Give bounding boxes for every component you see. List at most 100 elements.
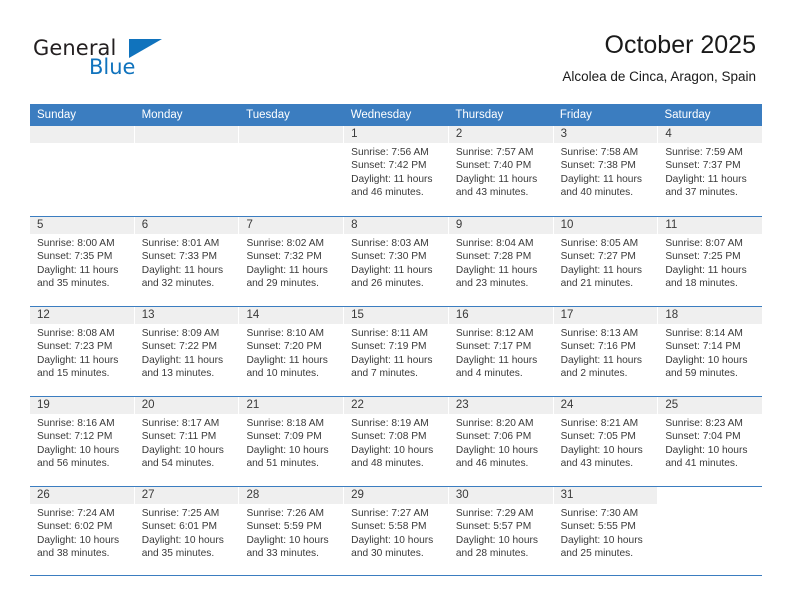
sunset-text: Sunset: 7:42 PM xyxy=(351,160,427,172)
daylight-text-line2: and 43 minutes. xyxy=(455,187,529,199)
day-number: 11 xyxy=(658,217,763,234)
day-number: 23 xyxy=(448,397,553,414)
daylight-text-line1: Daylight: 10 hours xyxy=(246,444,329,456)
calendar-day-cell[interactable]: 12 Sunrise: 8:08 AM Sunset: 7:23 PM Dayligh… xyxy=(30,307,135,396)
calendar-day-cell[interactable]: 9 Sunrise: 8:04 AM Sunset: 7:28 PM Daylight… xyxy=(448,217,554,306)
day-details: Sunrise: 8:11 AM Sunset: 7:19 PM Daylight:… xyxy=(344,324,448,381)
calendar-day-cell[interactable]: 13 Sunrise: 8:09 AM Sunset: 7:22 PM Dayligh… xyxy=(134,307,240,396)
calendar-day-cell[interactable]: 2 Sunrise: 7:57 AM Sunset: 7:40 PM Daylight… xyxy=(448,126,554,216)
daylight-text-line1: Daylight: 10 hours xyxy=(665,444,748,456)
daylight-text-line1: Daylight: 10 hours xyxy=(246,534,329,546)
sunrise-text: Sunrise: 8:18 AM xyxy=(246,418,325,429)
calendar-grid: Sunday Monday Tuesday Wednesday Thursday Frid… xyxy=(30,104,763,576)
day-number: 29 xyxy=(344,487,448,504)
sunset-text: Sunset: 7:17 PM xyxy=(455,341,532,353)
daylight-text-line1: Daylight: 10 hours xyxy=(37,534,120,546)
weekday-header-tuesday: Tuesday xyxy=(246,109,290,121)
general-blue-logo[interactable]: General Blue xyxy=(33,36,233,86)
day-details: Sunrise: 8:10 AM Sunset: 7:20 PM Daylight:… xyxy=(239,324,343,381)
day-number: 20 xyxy=(134,397,239,414)
calendar-day-cell[interactable]: 30 Sunrise: 7:29 AM Sunset: 5:57 PM Dayligh… xyxy=(448,487,554,575)
day-details: Sunrise: 7:56 AM Sunset: 7:42 PM Daylight:… xyxy=(344,143,448,200)
daylight-text-line1: Daylight: 10 hours xyxy=(665,354,748,366)
calendar-day-cell[interactable]: 29 Sunrise: 7:27 AM Sunset: 5:58 PM Dayligh… xyxy=(344,487,449,575)
calendar-day-cell[interactable]: 17 Sunrise: 8:13 AM Sunset: 7:16 PM Dayligh… xyxy=(553,307,659,396)
calendar-day-cell[interactable]: 8 Sunrise: 8:03 AM Sunset: 7:30 PM Daylight… xyxy=(344,217,449,306)
calendar-day-cell[interactable]: 3 Sunrise: 7:58 AM Sunset: 7:38 PM Daylight… xyxy=(553,126,659,216)
calendar-day-cell[interactable]: 6 Sunrise: 8:01 AM Sunset: 7:33 PM Daylight… xyxy=(134,217,240,306)
day-number: 26 xyxy=(30,487,134,504)
calendar-day-cell[interactable]: 24 Sunrise: 8:21 AM Sunset: 7:05 PM Dayligh… xyxy=(553,397,659,486)
calendar-day-cell[interactable]: 31 Sunrise: 7:30 AM Sunset: 5:55 PM Dayligh… xyxy=(553,487,659,575)
calendar-day-cell[interactable]: 16 Sunrise: 8:12 AM Sunset: 7:17 PM Dayligh… xyxy=(448,307,554,396)
sunrise-text: Sunrise: 8:16 AM xyxy=(37,418,115,429)
day-number: 3 xyxy=(553,126,658,143)
calendar-day-cell[interactable]: 26 Sunrise: 7:24 AM Sunset: 6:02 PM Dayligh… xyxy=(30,487,135,575)
day-number: 28 xyxy=(239,487,344,504)
weekday-header-saturday: Saturday xyxy=(664,109,711,121)
daylight-text-line1: Daylight: 10 hours xyxy=(455,534,538,546)
weekday-header-wednesday: Wednesday xyxy=(350,109,412,121)
day-number xyxy=(134,126,239,143)
calendar-day-cell[interactable]: 19 Sunrise: 8:16 AM Sunset: 7:12 PM Dayligh… xyxy=(30,397,135,486)
calendar-page: General Blue October 2025 Alcolea de Cin… xyxy=(0,0,792,612)
sunset-text: Sunset: 7:28 PM xyxy=(455,251,532,263)
calendar-day-cell[interactable]: 1 Sunrise: 7:56 AM Sunset: 7:42 PM Daylight… xyxy=(344,126,449,216)
day-details: Sunrise: 8:02 AM Sunset: 7:32 PM Daylight:… xyxy=(239,234,343,291)
day-number: 9 xyxy=(448,217,553,234)
calendar-day-cell[interactable]: 18 Sunrise: 8:14 AM Sunset: 7:14 PM Dayligh… xyxy=(658,307,763,396)
sunset-text: Sunset: 7:38 PM xyxy=(560,160,636,172)
calendar-day-cell[interactable]: 23 Sunrise: 8:20 AM Sunset: 7:06 PM Dayligh… xyxy=(448,397,554,486)
day-number: 31 xyxy=(553,487,658,504)
daylight-text-line2: and 46 minutes. xyxy=(351,187,424,199)
daylight-text-line2: and 23 minutes. xyxy=(455,278,529,290)
daylight-text-line1: Daylight: 10 hours xyxy=(560,534,643,546)
day-details: Sunrise: 7:30 AM Sunset: 5:55 PM Daylight:… xyxy=(554,504,658,561)
calendar-day-cell[interactable]: 22 Sunrise: 8:19 AM Sunset: 7:08 PM Dayligh… xyxy=(344,397,449,486)
sunrise-text: Sunrise: 7:57 AM xyxy=(455,147,534,158)
day-number: 5 xyxy=(30,217,134,234)
day-number: 27 xyxy=(134,487,239,504)
daylight-text-line1: Daylight: 10 hours xyxy=(455,444,538,456)
calendar-day-cell[interactable]: 10 Sunrise: 8:05 AM Sunset: 7:27 PM Dayligh… xyxy=(553,217,659,306)
daylight-text-line2: and 43 minutes. xyxy=(560,458,634,470)
calendar-day-cell[interactable]: 15 Sunrise: 8:11 AM Sunset: 7:19 PM Dayligh… xyxy=(344,307,449,396)
calendar-day-cell[interactable]: 28 Sunrise: 7:26 AM Sunset: 5:59 PM Dayligh… xyxy=(239,487,345,575)
sunrise-text: Sunrise: 8:17 AM xyxy=(141,418,220,429)
page-header: General Blue October 2025 Alcolea de Cin… xyxy=(0,0,792,100)
sunrise-text: Sunrise: 8:21 AM xyxy=(560,418,639,429)
sunrise-text: Sunrise: 7:59 AM xyxy=(665,147,743,158)
day-number: 17 xyxy=(553,307,658,324)
sunrise-text: Sunrise: 8:08 AM xyxy=(37,328,115,339)
sunset-text: Sunset: 7:11 PM xyxy=(141,431,217,443)
day-number: 4 xyxy=(658,126,763,143)
calendar-day-cell[interactable]: 14 Sunrise: 8:10 AM Sunset: 7:20 PM Dayligh… xyxy=(239,307,345,396)
calendar-day-cell-empty xyxy=(239,126,345,216)
daylight-text-line2: and 48 minutes. xyxy=(351,458,424,470)
calendar-day-cell[interactable]: 11 Sunrise: 8:07 AM Sunset: 7:25 PM Dayligh… xyxy=(658,217,763,306)
day-number: 10 xyxy=(553,217,658,234)
sunset-text: Sunset: 5:58 PM xyxy=(351,521,427,533)
daylight-text-line1: Daylight: 11 hours xyxy=(141,354,224,366)
sunset-text: Sunset: 7:22 PM xyxy=(141,341,218,353)
day-details: Sunrise: 8:01 AM Sunset: 7:33 PM Daylight:… xyxy=(135,234,239,291)
calendar-day-cell[interactable]: 20 Sunrise: 8:17 AM Sunset: 7:11 PM Dayligh… xyxy=(134,397,240,486)
calendar-day-cell[interactable]: 21 Sunrise: 8:18 AM Sunset: 7:09 PM Dayligh… xyxy=(239,397,345,486)
daylight-text-line2: and 32 minutes. xyxy=(141,278,215,290)
daylight-text-line1: Daylight: 11 hours xyxy=(455,264,538,276)
calendar-day-cell[interactable]: 25 Sunrise: 8:23 AM Sunset: 7:04 PM Dayligh… xyxy=(658,397,763,486)
calendar-day-cell[interactable]: 5 Sunrise: 8:00 AM Sunset: 7:35 PM Daylight… xyxy=(30,217,135,306)
day-number: 6 xyxy=(134,217,239,234)
day-details: Sunrise: 8:05 AM Sunset: 7:27 PM Daylight:… xyxy=(554,234,658,291)
day-number: 24 xyxy=(553,397,658,414)
daylight-text-line1: Daylight: 11 hours xyxy=(665,264,747,276)
calendar-day-cell[interactable]: 27 Sunrise: 7:25 AM Sunset: 6:01 PM Dayligh… xyxy=(134,487,240,575)
daylight-text-line1: Daylight: 11 hours xyxy=(665,173,747,185)
sunset-text: Sunset: 7:20 PM xyxy=(246,341,322,353)
brand-name-blue: Blue xyxy=(89,55,136,79)
day-number: 14 xyxy=(239,307,344,324)
day-details: Sunrise: 8:16 AM Sunset: 7:12 PM Daylight:… xyxy=(30,414,134,471)
calendar-day-cell[interactable]: 7 Sunrise: 8:02 AM Sunset: 7:32 PM Daylight… xyxy=(239,217,345,306)
day-number: 13 xyxy=(134,307,239,324)
calendar-day-cell[interactable]: 4 Sunrise: 7:59 AM Sunset: 7:37 PM Daylight… xyxy=(658,126,763,216)
